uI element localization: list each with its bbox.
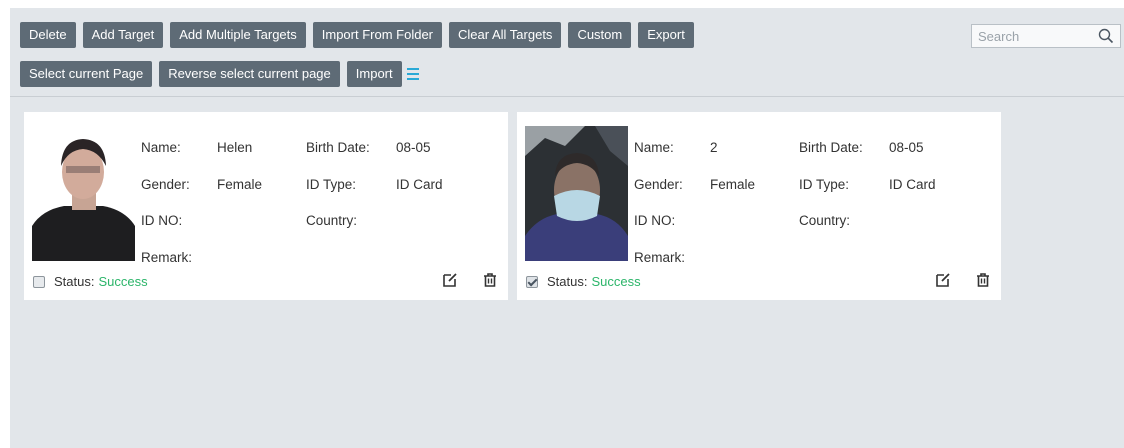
search-box	[971, 24, 1121, 48]
add-target-button[interactable]: Add Target	[82, 22, 164, 48]
name-value: Helen	[217, 140, 253, 155]
name-label: Name:	[141, 140, 181, 155]
search-icon[interactable]	[1098, 28, 1114, 44]
gender-value: Female	[217, 177, 263, 192]
status-label: Status:	[54, 274, 95, 289]
id-no-label: ID NO:	[634, 213, 676, 228]
select-checkbox[interactable]	[33, 275, 45, 288]
id-type-value: ID Card	[396, 177, 443, 192]
search-input[interactable]	[972, 25, 1099, 47]
custom-button[interactable]: Custom	[568, 22, 632, 48]
edit-icon[interactable]	[442, 272, 458, 288]
remark-label: Remark:	[634, 250, 686, 265]
id-type-label: ID Type:	[306, 177, 357, 192]
target-photo	[525, 126, 628, 261]
edit-icon[interactable]	[935, 272, 951, 288]
target-card: Name: 2 Gender: Female ID NO: Remark: Bi…	[517, 112, 1001, 300]
birth-date-label: Birth Date:	[799, 140, 863, 155]
id-no-label: ID NO:	[141, 213, 183, 228]
add-multiple-targets-button[interactable]: Add Multiple Targets	[170, 22, 306, 48]
trash-icon[interactable]	[482, 272, 498, 288]
trash-icon[interactable]	[975, 272, 991, 288]
divider	[10, 96, 1124, 97]
status-row: Status: Success	[33, 274, 148, 289]
remark-label: Remark:	[141, 250, 193, 265]
country-label: Country:	[306, 213, 358, 228]
status-row: Status: Success	[526, 274, 641, 289]
target-photo	[32, 126, 135, 261]
birth-date-value: 08-05	[889, 140, 924, 155]
delete-button[interactable]: Delete	[20, 22, 76, 48]
gender-label: Gender:	[634, 177, 683, 192]
import-button[interactable]: Import	[346, 61, 402, 87]
gender-label: Gender:	[141, 177, 190, 192]
clear-all-targets-button[interactable]: Clear All Targets	[449, 22, 562, 48]
status-label: Status:	[547, 274, 588, 289]
toolbar-row-1: Delete Add Target Add Multiple Targets I…	[20, 22, 694, 48]
status-value: Success	[98, 274, 148, 289]
country-label: Country:	[799, 213, 851, 228]
name-label: Name:	[634, 140, 674, 155]
select-current-page-button[interactable]: Select current Page	[20, 61, 153, 87]
export-button[interactable]: Export	[638, 22, 694, 48]
import-from-folder-button[interactable]: Import From Folder	[312, 22, 443, 48]
select-checkbox[interactable]	[526, 275, 538, 288]
target-management-panel: Delete Add Target Add Multiple Targets I…	[10, 8, 1124, 448]
name-value: 2	[710, 140, 718, 155]
status-value: Success	[591, 274, 641, 289]
gender-value: Female	[710, 177, 756, 192]
list-icon[interactable]	[406, 61, 419, 87]
toolbar-row-2: Select current Page Reverse select curre…	[20, 61, 419, 87]
target-card: Name: Helen Gender: Female ID NO: Remark…	[24, 112, 508, 300]
birth-date-value: 08-05	[396, 140, 431, 155]
reverse-select-button[interactable]: Reverse select current page	[159, 61, 340, 87]
id-type-label: ID Type:	[799, 177, 850, 192]
birth-date-label: Birth Date:	[306, 140, 370, 155]
id-type-value: ID Card	[889, 177, 936, 192]
